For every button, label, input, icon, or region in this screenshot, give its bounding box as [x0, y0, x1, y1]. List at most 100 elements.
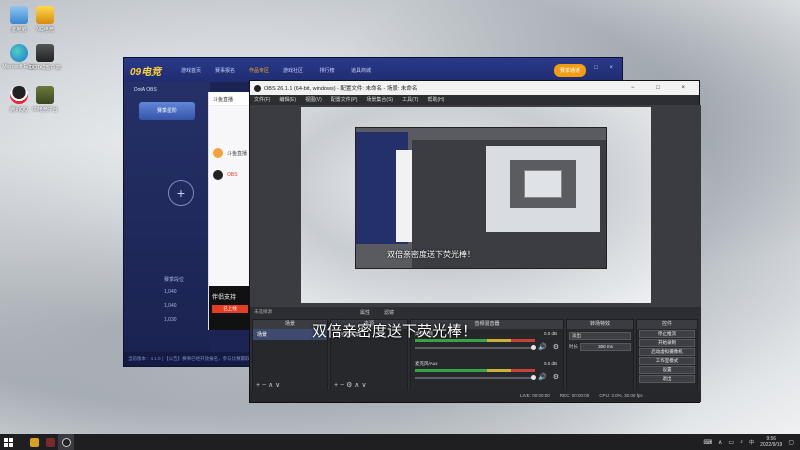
rank-value: 1,030: [164, 317, 177, 323]
settings-button[interactable]: 设置: [639, 366, 695, 374]
game-window-controls[interactable]: − □ ×: [579, 65, 618, 71]
game-label: DotA OBS: [134, 87, 157, 93]
obs-source-toolbar: 属性 滤镜: [250, 307, 701, 319]
rank-value: 1,040: [164, 289, 177, 295]
09-app-icon: [36, 86, 54, 104]
controls-title: 控件: [637, 320, 697, 329]
nested-screen-capture: [355, 127, 607, 269]
add-button[interactable]: +: [168, 180, 194, 206]
duration-row: 时长 300 ms: [567, 341, 633, 353]
system-tray: ⌨ ∧ ▭ ♪ 中 9:56 2022/9/19 ▢: [703, 436, 800, 448]
nav-events[interactable]: 赛事报名: [208, 67, 242, 74]
volume-icon[interactable]: ♪: [740, 439, 743, 445]
desktop-icon-dota[interactable]: DOTA2客户端: [28, 44, 62, 71]
channel-db: 0.0 dB: [543, 361, 557, 366]
game-logo: 09电竞: [130, 66, 162, 78]
menu-edit[interactable]: 编辑(E): [279, 95, 296, 105]
dota-icon: [45, 437, 55, 447]
menu-help[interactable]: 帮助(H): [427, 95, 444, 105]
channel-name: 麦克风/Aux: [415, 361, 438, 366]
menu-file[interactable]: 文件(F): [254, 95, 270, 105]
rank-value: 1,040: [164, 303, 177, 309]
volume-knob[interactable]: [531, 345, 536, 350]
obs-titlebar: OBS 26.1.1 (64-bit, windows) - 配置文件: 未命名…: [250, 81, 699, 95]
live-time: LIVE: 00:00:00: [520, 393, 550, 398]
no-source-selected: 未选择源: [254, 309, 272, 314]
controls-dock: 控件 停止推流 开始录制 启动虚拟摄像机 工作室模式 设置 退出: [636, 319, 698, 392]
game-topbar: 09电竞 游戏首页 赛事报名 作品专区 游戏社区 排行榜 道具商城 赛季通道 −…: [124, 58, 622, 82]
studio-mode-button[interactable]: 工作室模式: [639, 357, 695, 365]
transitions-dock: 转场特效 淡出 时长 300 ms: [566, 319, 634, 392]
taskbar-game-app[interactable]: [26, 434, 42, 450]
duration-input[interactable]: 300 ms: [580, 343, 631, 351]
channel-db: 0.0 dB: [543, 331, 557, 336]
edge-icon: [10, 44, 28, 62]
nav-works[interactable]: 作品专区: [242, 67, 276, 74]
rank-title: 赛季段位: [164, 277, 185, 283]
nested-preview-1: [486, 146, 600, 232]
clock[interactable]: 9:56 2022/9/19: [760, 436, 782, 448]
obs-title-text: OBS 26.1.1 (64-bit, windows) - 配置文件: 未命名…: [264, 86, 418, 92]
obs-window-controls[interactable]: − □ ×: [631, 85, 695, 91]
banner-button[interactable]: 已上线: [212, 305, 248, 313]
taskbar-dota[interactable]: [42, 434, 58, 450]
volume-slider[interactable]: [415, 347, 535, 349]
desktop-icon-ng[interactable]: NG电竞: [28, 6, 62, 33]
cpu-fps: CPU: 3.0%, 30.00 fps: [599, 393, 643, 398]
nested-preview-2: [510, 160, 576, 208]
filters-button[interactable]: 滤镜: [384, 307, 394, 319]
season-badge[interactable]: 赛季星阶: [139, 102, 195, 120]
qq-penguin-icon: [10, 86, 28, 104]
gear-icon[interactable]: ⚙: [553, 373, 559, 381]
dota-icon: [36, 44, 54, 62]
menu-profile[interactable]: 配置文件(P): [331, 95, 358, 105]
danmaku-overlay-text: 双倍亲密度送下荧光棒！: [312, 323, 478, 340]
rec-time: REC: 00:00:00: [559, 393, 590, 398]
computer-icon: [10, 6, 28, 24]
douyu-icon: [213, 148, 223, 158]
gear-icon[interactable]: ⚙: [553, 343, 559, 351]
game-app-icon: [36, 6, 54, 24]
obs-logo-icon: [254, 84, 261, 92]
speaker-icon[interactable]: 🔊: [538, 373, 547, 381]
volume-knob[interactable]: [531, 375, 536, 380]
obs-menubar: 文件(F) 编辑(E) 视图(V) 配置文件(P) 场景集合(S) 工具(T) …: [250, 95, 699, 105]
rank-panel: 赛季段位 1,040 1,040 1,030: [164, 276, 210, 332]
clock-date: 2022/9/19: [760, 442, 783, 448]
obs-preview-area[interactable]: 双倍亲密度送下荧光棒！: [250, 105, 701, 307]
keyboard-icon[interactable]: ⌨: [703, 439, 712, 446]
windows-icon: [3, 437, 13, 447]
menu-view[interactable]: 视图(V): [305, 95, 322, 105]
obs-window: OBS 26.1.1 (64-bit, windows) - 配置文件: 未命名…: [249, 80, 701, 403]
chevron-up-icon[interactable]: ∧: [718, 439, 722, 446]
nav-community[interactable]: 游戏社区: [276, 67, 310, 74]
nav-home[interactable]: 游戏首页: [174, 67, 208, 74]
input-language[interactable]: 中: [749, 439, 754, 446]
stop-streaming-button[interactable]: 停止推流: [639, 330, 695, 338]
duration-label: 时长: [569, 344, 578, 349]
volume-slider[interactable]: [415, 377, 535, 379]
preview-canvas[interactable]: 双倍亲密度送下荧光棒！: [301, 107, 651, 303]
notification-icon[interactable]: ▢: [788, 439, 794, 446]
game-nav: 游戏首页 赛事报名 作品专区 游戏社区 排行榜 道具商城: [174, 67, 378, 74]
menu-tools[interactable]: 工具(T): [402, 95, 418, 105]
network-icon[interactable]: ▭: [728, 439, 734, 446]
desktop-icon-09[interactable]: 09电竞平台: [28, 86, 62, 113]
nav-shop[interactable]: 道具商城: [344, 67, 378, 74]
game-app-icon: [29, 437, 39, 447]
exit-button[interactable]: 退出: [639, 375, 695, 383]
properties-button[interactable]: 属性: [360, 307, 370, 319]
virtual-camera-button[interactable]: 启动虚拟摄像机: [639, 348, 695, 356]
nested-preview-3: [524, 170, 562, 198]
start-button[interactable]: [0, 434, 16, 450]
speaker-icon[interactable]: 🔊: [538, 343, 547, 351]
start-recording-button[interactable]: 开始录制: [639, 339, 695, 347]
transition-select[interactable]: 淡出: [569, 332, 631, 340]
nav-rank[interactable]: 排行榜: [310, 67, 344, 74]
preview-caption-text: 双倍亲密度送下荧光棒！: [387, 250, 475, 259]
volume-meter: [415, 369, 535, 372]
obs-statusbar: LIVE: 00:00:00 REC: 00:00:00 CPU: 3.0%, …: [250, 390, 701, 402]
menu-scene-collection[interactable]: 场景集合(S): [366, 95, 393, 105]
taskbar-obs[interactable]: [58, 434, 74, 450]
obs-icon: [61, 437, 71, 447]
